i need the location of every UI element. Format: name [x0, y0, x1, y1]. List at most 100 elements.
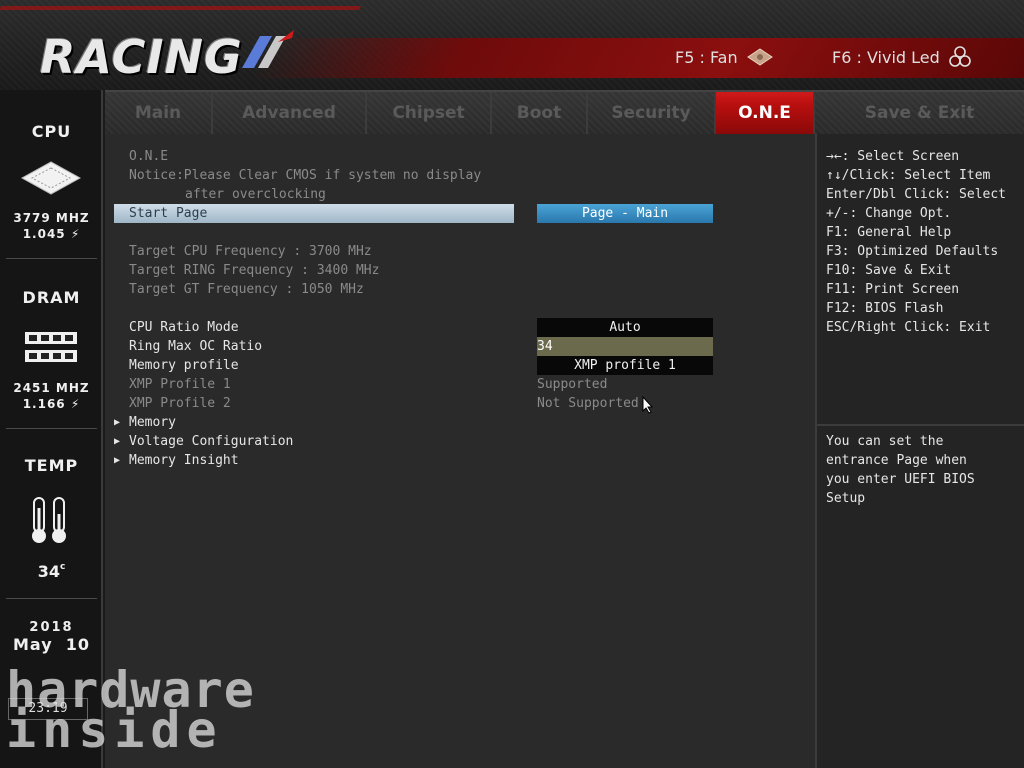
- tab-main[interactable]: Main: [105, 92, 213, 134]
- ring-max-oc-ratio-label: Ring Max OC Ratio: [129, 339, 263, 354]
- help-key-line: Enter/Dbl Click: Select: [826, 187, 1007, 202]
- tab-advanced[interactable]: Advanced: [213, 92, 367, 134]
- voltage-bolt-icon: ⚡: [70, 397, 81, 411]
- vivid-led-hotkey[interactable]: F6 : Vivid Led: [832, 46, 972, 68]
- tab-security[interactable]: Security: [588, 92, 716, 134]
- help-key-line: +/-: Change Opt.: [826, 206, 952, 221]
- help-description-line: you enter UEFI BIOS: [826, 472, 975, 487]
- ring-max-oc-ratio-input[interactable]: 34: [537, 337, 713, 356]
- target-ring-frequency: Target RING Frequency : 3400 MHz: [129, 263, 380, 278]
- fan-hotkey-label: F5 : Fan: [675, 47, 738, 67]
- sidebar-divider: [6, 598, 97, 599]
- cpu-status: CPU: [0, 122, 103, 141]
- xmp-profile-1-value: Supported: [537, 377, 608, 392]
- temp-title: TEMP: [24, 456, 79, 475]
- tab-one[interactable]: O.N.E: [716, 92, 815, 134]
- temp-value: 34: [37, 562, 60, 581]
- help-key-line: →←: Select Screen: [826, 149, 960, 164]
- help-key-line: F11: Print Screen: [826, 282, 960, 297]
- tab-chipset[interactable]: Chipset: [367, 92, 492, 134]
- date-display: 2018 May 10: [0, 620, 103, 654]
- help-divider: [817, 424, 1024, 426]
- help-description-line: entrance Page when: [826, 453, 967, 468]
- cpu-readings: 3779 MHZ 1.045 ⚡: [0, 210, 103, 242]
- fan-icon: [746, 48, 773, 66]
- cpu-frequency: 3779 MHZ: [13, 211, 90, 225]
- help-panel: →←: Select Screen ↑↓/Click: Select Item …: [815, 134, 1024, 768]
- sidebar-divider: [6, 428, 97, 429]
- submenu-memory-insight[interactable]: ▶ Memory Insight: [105, 451, 815, 470]
- racing-logo: RACING: [40, 30, 243, 84]
- time-display: 23:19: [8, 698, 88, 720]
- cpu-chip-icon: [20, 161, 82, 195]
- tab-save-exit[interactable]: Save & Exit: [815, 92, 1024, 134]
- memory-profile-label: Memory profile: [129, 358, 239, 373]
- dram-title: DRAM: [22, 288, 81, 307]
- notice-text: Notice:Please Clear CMOS if system no di…: [129, 168, 482, 183]
- status-sidebar: CPU 3779 MHZ 1.045 ⚡ DRAM 2451 MHZ 1.166…: [0, 90, 103, 768]
- led-icon: [948, 46, 971, 67]
- submenu-voltage-configuration[interactable]: ▶ Voltage Configuration: [105, 432, 815, 451]
- start-page-label: Start Page: [129, 206, 208, 221]
- racing-x-badge-icon: [242, 30, 294, 68]
- xmp-profile-1-label: XMP Profile 1: [129, 377, 231, 392]
- temp-unit: c: [59, 562, 66, 572]
- thermometer-icon: [32, 497, 66, 543]
- memory-module-icon: [25, 332, 77, 362]
- target-gt-frequency: Target GT Frequency : 1050 MHz: [129, 282, 364, 297]
- date-month-day: May 10: [12, 635, 91, 654]
- settings-panel: O.N.E Notice:Please Clear CMOS if system…: [105, 134, 815, 768]
- xmp-profile-2-label: XMP Profile 2: [129, 396, 231, 411]
- fan-hotkey[interactable]: F5 : Fan: [675, 46, 774, 68]
- start-page-row[interactable]: Start Page: [114, 204, 514, 223]
- dram-voltage-row: 1.166 ⚡: [0, 396, 103, 412]
- target-ring-row: Target RING Frequency : 3400 MHz: [105, 261, 815, 280]
- submenu-memory-label: Memory: [129, 415, 176, 430]
- dram-status: DRAM: [0, 288, 103, 307]
- cpu-ratio-mode-select[interactable]: Auto: [537, 318, 713, 337]
- help-key-line: ESC/Right Click: Exit: [826, 320, 991, 335]
- cpu-voltage: 1.045: [22, 227, 66, 241]
- voltage-bolt-icon: ⚡: [70, 227, 81, 241]
- submenu-arrow-icon: ▶: [114, 455, 121, 466]
- submenu-arrow-icon: ▶: [114, 436, 121, 447]
- section-title: O.N.E: [129, 149, 169, 164]
- notice-text-cont: after overclocking: [185, 187, 326, 202]
- mouse-cursor-icon: [642, 396, 654, 414]
- submenu-memory[interactable]: ▶ Memory: [105, 413, 815, 432]
- notice-row: Notice:Please Clear CMOS if system no di…: [105, 166, 815, 185]
- vivid-led-hotkey-label: F6 : Vivid Led: [832, 47, 940, 67]
- temp-readings: 34c: [0, 562, 103, 581]
- header-bar: RACING F5 : Fan F6 : Vivid Led: [0, 0, 1024, 90]
- tab-boot[interactable]: Boot: [492, 92, 588, 134]
- dram-frequency: 2451 MHZ: [13, 381, 90, 395]
- cpu-voltage-row: 1.045 ⚡: [0, 226, 103, 242]
- help-description-line: You can set the: [826, 434, 944, 449]
- target-gt-row: Target GT Frequency : 1050 MHz: [105, 280, 815, 299]
- help-key-line: ↑↓/Click: Select Item: [826, 168, 991, 183]
- start-page-select[interactable]: Page - Main: [537, 204, 713, 223]
- dram-voltage: 1.166: [22, 397, 66, 411]
- cpu-title: CPU: [31, 122, 72, 141]
- submenu-voltage-label: Voltage Configuration: [129, 434, 294, 449]
- memory-profile-select[interactable]: XMP profile 1: [537, 356, 713, 375]
- help-key-line: F12: BIOS Flash: [826, 301, 944, 316]
- cpu-ratio-mode-label: CPU Ratio Mode: [129, 320, 239, 335]
- help-key-line: F1: General Help: [826, 225, 952, 240]
- target-cpu-row: Target CPU Frequency : 3700 MHz: [105, 242, 815, 261]
- header-decor-stripe: [0, 6, 362, 10]
- target-cpu-frequency: Target CPU Frequency : 3700 MHz: [129, 244, 372, 259]
- dram-readings: 2451 MHZ 1.166 ⚡: [0, 380, 103, 412]
- xmp-profile-2-value: Not Supported: [537, 396, 639, 411]
- submenu-memory-insight-label: Memory Insight: [129, 453, 239, 468]
- date-year: 2018: [29, 620, 74, 635]
- notice-row-2: after overclocking: [105, 185, 815, 204]
- submenu-arrow-icon: ▶: [114, 417, 121, 428]
- section-title-row: O.N.E: [105, 147, 815, 166]
- temp-status: TEMP: [0, 456, 103, 475]
- help-key-line: F10: Save & Exit: [826, 263, 952, 278]
- help-key-line: F3: Optimized Defaults: [826, 244, 999, 259]
- help-description-line: Setup: [826, 491, 866, 506]
- sidebar-divider: [6, 258, 97, 259]
- menu-tabs: Main Advanced Chipset Boot Security O.N.…: [105, 90, 1024, 134]
